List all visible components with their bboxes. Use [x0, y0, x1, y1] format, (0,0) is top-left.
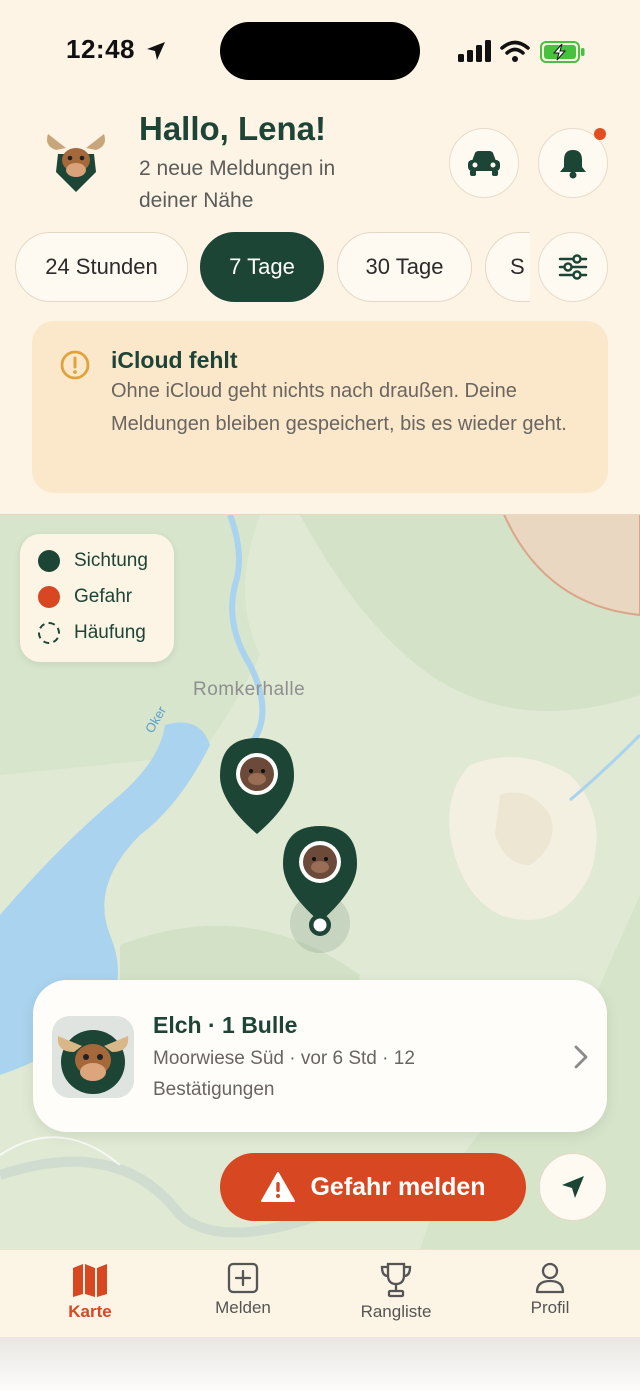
tab-karte[interactable]: Karte	[30, 1262, 150, 1322]
tab-label: Karte	[68, 1302, 112, 1321]
chip-30-tage[interactable]: 30 Tage	[337, 232, 472, 302]
map-legend: Sichtung Gefahr Häufung	[20, 534, 174, 662]
warning-title: iCloud fehlt	[111, 347, 238, 373]
navigation-arrow-icon	[562, 1176, 584, 1198]
status-time: 12:48	[66, 34, 135, 64]
legend-label: Gefahr	[74, 586, 133, 607]
time-filter-chips: 24 Stunden 7 Tage 30 Tage S	[0, 232, 530, 302]
bell-icon	[560, 150, 586, 179]
car-icon	[468, 151, 500, 176]
sighting-pin[interactable]	[281, 824, 359, 924]
chip-24-stunden[interactable]: 24 Stunden	[15, 232, 188, 302]
chip-partial[interactable]: S	[485, 232, 530, 302]
legend-gefahr: Gefahr	[38, 586, 132, 608]
legend-label: Sichtung	[74, 550, 148, 571]
tab-rangliste[interactable]: Rangliste	[336, 1262, 456, 1322]
trophy-icon	[380, 1262, 412, 1298]
tab-label: Rangliste	[360, 1302, 432, 1321]
warning-circle-icon	[60, 350, 90, 380]
legend-haeufung: Häufung	[38, 622, 146, 644]
dot-icon	[38, 586, 60, 608]
notification-badge	[594, 128, 606, 140]
tab-profil[interactable]: Profil	[490, 1262, 610, 1318]
location-arrow-icon	[147, 42, 165, 60]
moose-icon	[52, 1016, 134, 1098]
drive-mode-button[interactable]	[449, 128, 519, 198]
sighting-meta: Moorwiese Süd · vor 6 Std · 12 Bestätigu…	[153, 1048, 415, 1100]
legend-sichtung: Sichtung	[38, 550, 148, 572]
locate-me-button[interactable]	[539, 1153, 607, 1221]
tab-label: Profil	[530, 1298, 570, 1317]
map-place-label: Romkerhalle	[193, 679, 306, 700]
warning-triangle-icon	[261, 1172, 296, 1202]
battery-charging-icon	[540, 41, 585, 63]
sliders-icon	[558, 254, 588, 280]
sighting-title: Elch · 1 Bulle	[153, 1012, 298, 1038]
report-danger-label: Gefahr melden	[310, 1172, 486, 1201]
filter-settings-button[interactable]	[538, 232, 608, 302]
wifi-icon	[500, 40, 530, 62]
chevron-right-icon	[574, 1045, 588, 1069]
greeting-title: Hallo, Lena!	[139, 110, 327, 147]
dot-icon	[38, 550, 60, 572]
tab-label: Melden	[215, 1298, 271, 1317]
sighting-pin[interactable]	[218, 736, 296, 836]
map-icon	[73, 1264, 107, 1297]
tab-melden[interactable]: Melden	[183, 1262, 303, 1318]
legend-label: Häufung	[74, 622, 146, 643]
moose-avatar	[52, 1016, 134, 1098]
dashed-circle-icon	[38, 622, 60, 644]
person-icon	[535, 1262, 565, 1294]
warning-body: Ohne iCloud geht nichts nach draußen. De…	[111, 380, 567, 435]
chip-7-tage[interactable]: 7 Tage	[200, 232, 324, 302]
moose-logo	[47, 134, 105, 192]
user-location-dot	[309, 914, 331, 936]
report-danger-button[interactable]: Gefahr melden	[220, 1153, 526, 1221]
dynamic-island	[220, 22, 420, 80]
home-indicator-area	[0, 1337, 640, 1391]
greeting-subtitle: 2 neue Meldungen in deiner Nähe	[139, 157, 336, 212]
plus-square-icon	[227, 1262, 259, 1294]
signal-icon	[458, 40, 491, 62]
